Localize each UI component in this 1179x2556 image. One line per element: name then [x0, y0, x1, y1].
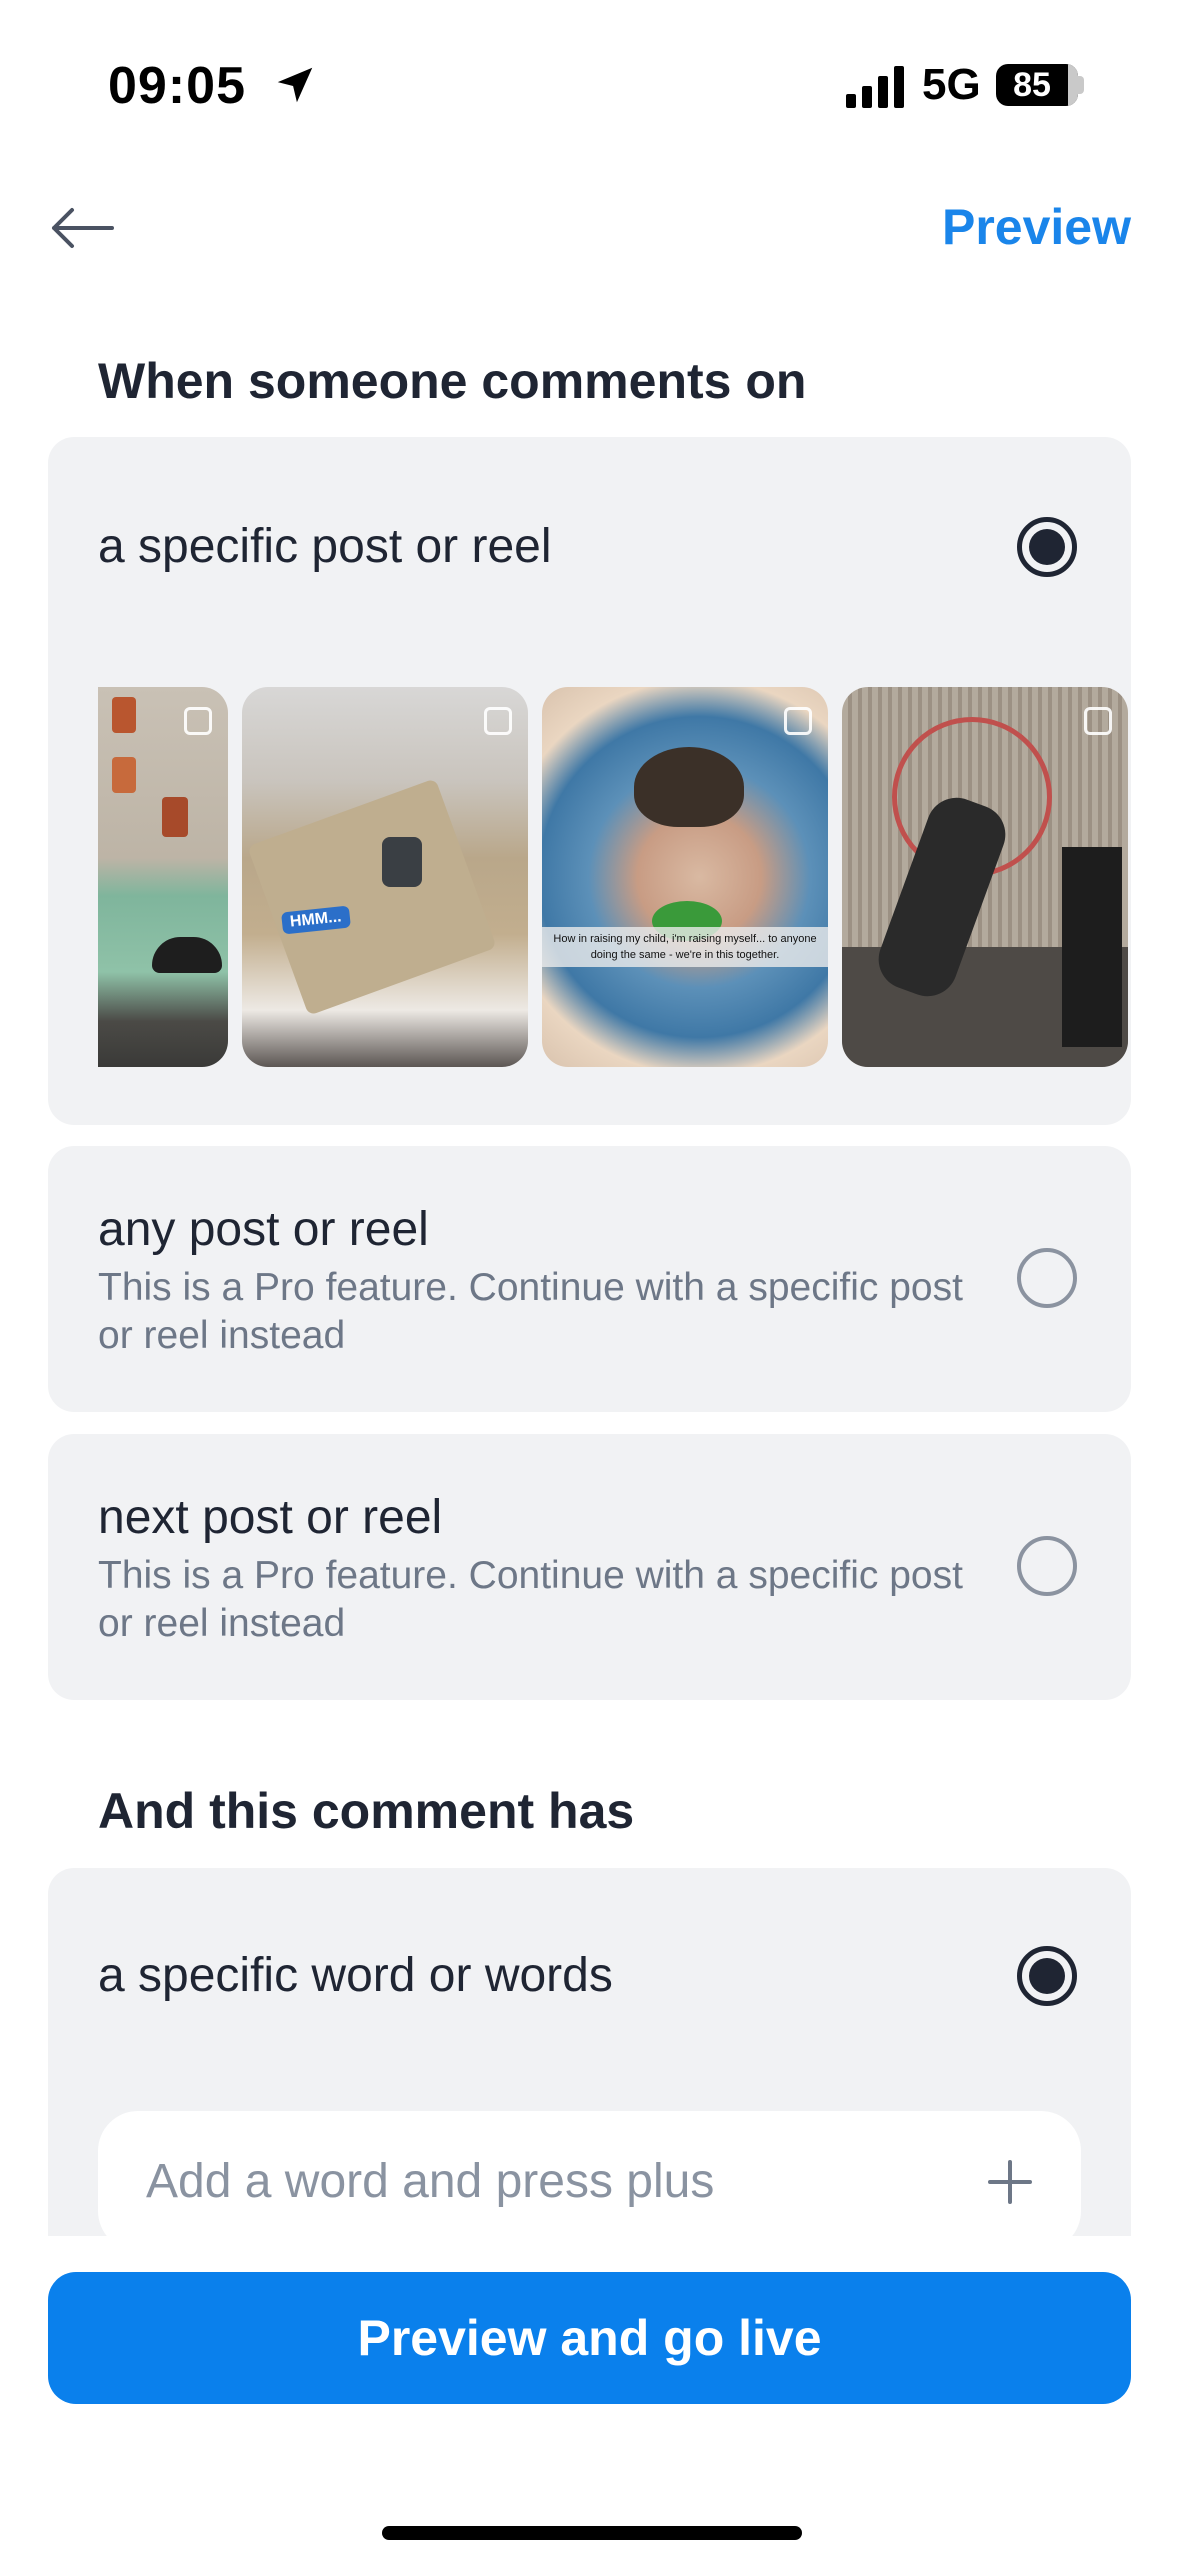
- post-thumbnail[interactable]: [842, 687, 1128, 1067]
- keyword-input[interactable]: [146, 2149, 946, 2213]
- radio-any-post[interactable]: [1017, 1248, 1077, 1308]
- battery-level: 85: [1013, 66, 1051, 104]
- status-bar: 09:05 5G 85: [0, 0, 1179, 170]
- reel-icon: [1084, 707, 1112, 735]
- thumbnail-caption: How in raising my child, i'm raising mys…: [542, 927, 828, 967]
- trigger-section-title: When someone comments on: [98, 353, 807, 409]
- option-label: a specific post or reel: [98, 520, 552, 573]
- battery-icon: 85: [996, 64, 1078, 106]
- preview-link[interactable]: Preview: [942, 198, 1131, 256]
- option-any-post[interactable]: any post or reel This is a Pro feature. …: [48, 1146, 1131, 1412]
- status-time: 09:05: [108, 57, 246, 115]
- reel-icon: [484, 707, 512, 735]
- pro-feature-note: This is a Pro feature. Continue with a s…: [98, 1554, 963, 1645]
- radio-specific-word[interactable]: [1017, 1946, 1077, 2006]
- carousel-icon: [784, 707, 812, 735]
- option-label: any post or reel: [98, 1203, 429, 1256]
- keyword-input-container[interactable]: [98, 2111, 1081, 2251]
- arrow-left-icon: [52, 208, 114, 248]
- network-type: 5G: [922, 60, 981, 109]
- screen: 09:05 5G 85 Preview When someone comment…: [0, 0, 1179, 2556]
- post-thumbnail[interactable]: How in raising my child, i'm raising mys…: [542, 687, 828, 1067]
- cellular-signal-icon: [846, 66, 904, 108]
- post-thumbnail[interactable]: HMM...: [242, 687, 528, 1067]
- radio-specific-post[interactable]: [1017, 517, 1077, 577]
- option-next-post[interactable]: next post or reel This is a Pro feature.…: [48, 1434, 1131, 1700]
- post-thumbnail-strip[interactable]: HMM... How in raising my child, i'm rais…: [98, 687, 1131, 1067]
- option-specific-post[interactable]: a specific post or reel HMM... How in ra…: [48, 437, 1131, 1125]
- location-arrow-icon: [277, 67, 313, 103]
- bottom-bar: Preview and go live: [0, 2236, 1179, 2556]
- comment-section-title: And this comment has: [98, 1783, 635, 1839]
- pro-feature-note: This is a Pro feature. Continue with a s…: [98, 1266, 963, 1357]
- back-button[interactable]: [48, 200, 128, 256]
- plus-icon[interactable]: [987, 2159, 1033, 2205]
- option-label: next post or reel: [98, 1491, 443, 1544]
- home-indicator: [382, 2526, 802, 2540]
- battery-tip: [1078, 76, 1084, 94]
- reel-icon: [184, 707, 212, 735]
- option-label: a specific word or words: [98, 1949, 613, 2002]
- preview-and-go-live-button[interactable]: Preview and go live: [48, 2272, 1131, 2404]
- post-thumbnail[interactable]: [98, 687, 228, 1067]
- radio-next-post[interactable]: [1017, 1536, 1077, 1596]
